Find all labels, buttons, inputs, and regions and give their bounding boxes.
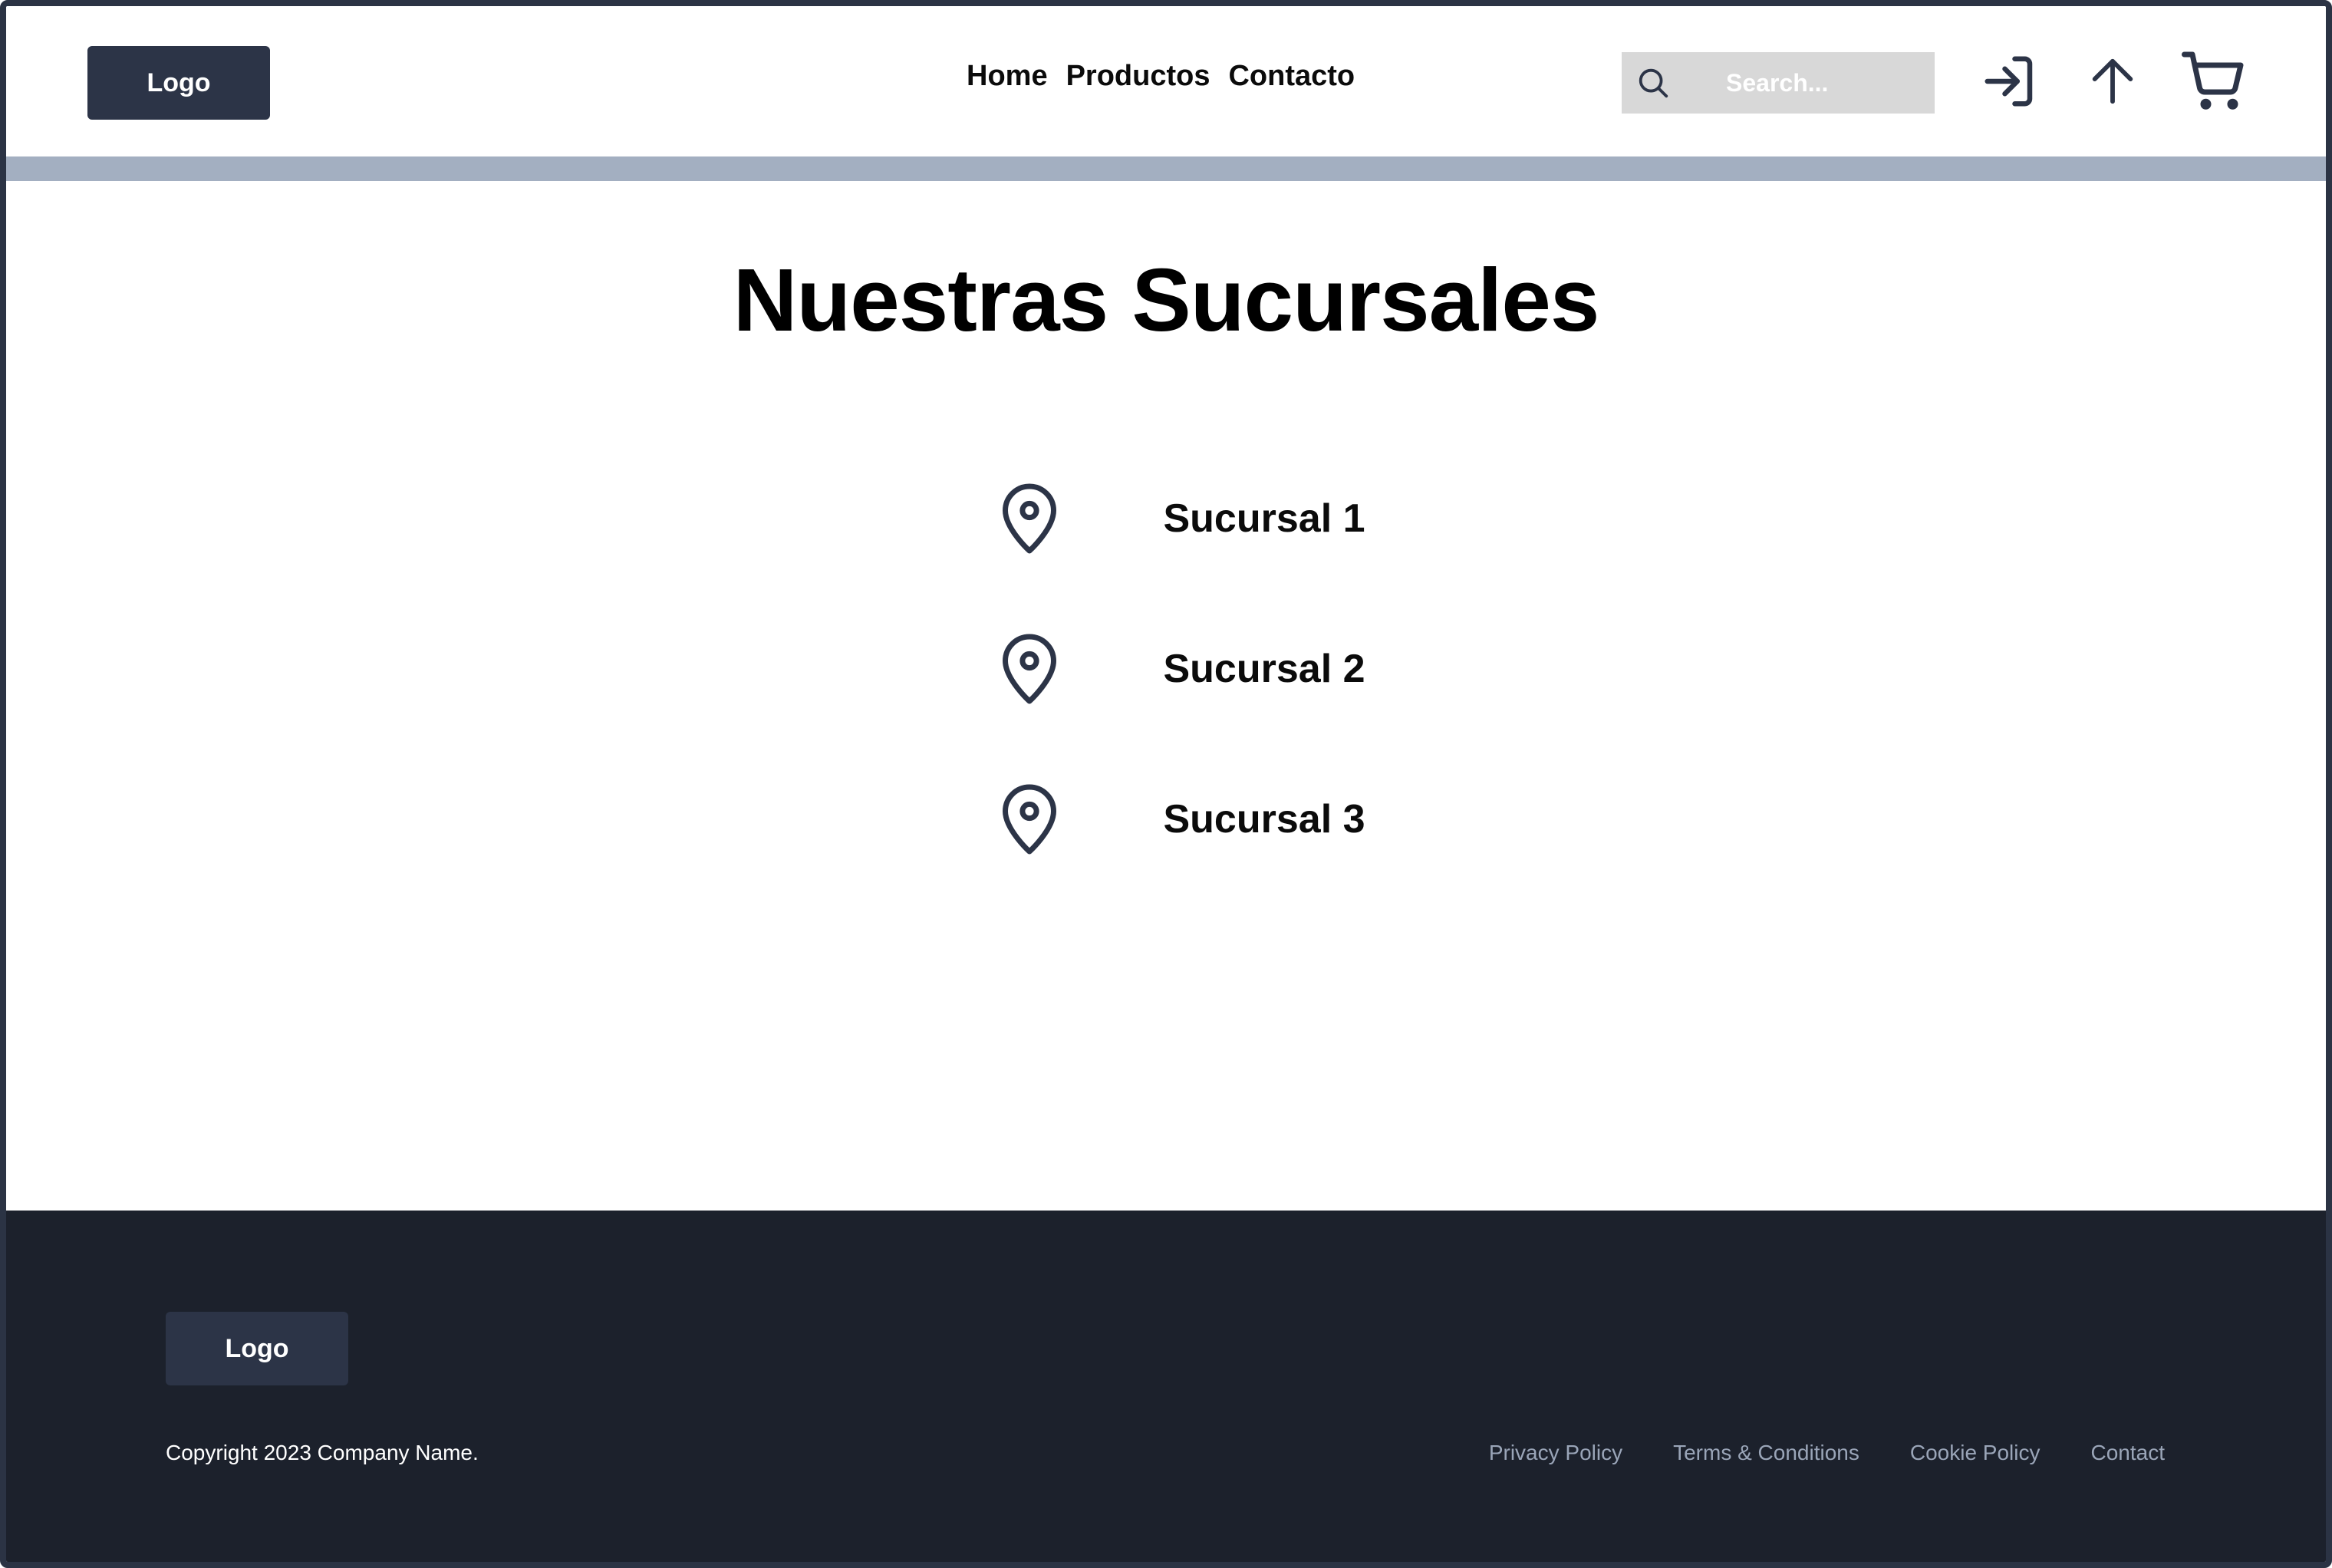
page-title: Nuestras Sucursales <box>733 250 1600 350</box>
branch-item-2[interactable]: Sucursal 2 <box>988 594 1387 744</box>
cart-icon[interactable] <box>2182 49 2246 114</box>
page-frame: Logo Home Productos Contacto Search... N… <box>0 0 2332 1568</box>
map-pin-icon <box>1003 634 1056 704</box>
login-icon[interactable] <box>1978 49 2042 114</box>
footer-links: Privacy Policy Terms & Conditions Cookie… <box>1489 1441 2165 1465</box>
copyright-text: Copyright 2023 Company Name. <box>166 1441 479 1464</box>
main-nav: Home Productos Contacto <box>967 60 1355 93</box>
nav-contacto[interactable]: Contacto <box>1228 60 1355 93</box>
branch-list: Sucursal 1 Sucursal 2 Sucursal 3 <box>988 443 1387 894</box>
search-icon[interactable] <box>1635 65 1671 100</box>
site-header: Logo Home Productos Contacto <box>6 6 2326 156</box>
footer-link-contact[interactable]: Contact <box>2091 1441 2166 1465</box>
search-input[interactable] <box>1724 68 1924 98</box>
site-footer: Logo Copyright 2023 Company Name. Privac… <box>6 1211 2326 1562</box>
branch-label: Sucursal 3 <box>1163 797 1365 842</box>
footer-link-cookie[interactable]: Cookie Policy <box>1910 1441 2040 1465</box>
footer-link-terms[interactable]: Terms & Conditions <box>1673 1441 1859 1465</box>
footer-logo[interactable]: Logo <box>166 1312 348 1385</box>
branch-item-1[interactable]: Sucursal 1 <box>988 443 1387 594</box>
nav-home[interactable]: Home <box>967 60 1048 93</box>
branch-item-3[interactable]: Sucursal 3 <box>988 744 1387 894</box>
nav-productos[interactable]: Productos <box>1066 60 1210 93</box>
search-bar[interactable] <box>1622 52 1935 114</box>
footer-link-privacy[interactable]: Privacy Policy <box>1489 1441 1622 1465</box>
map-pin-icon <box>1003 784 1056 855</box>
branch-label: Sucursal 2 <box>1163 647 1365 691</box>
arrow-up-icon[interactable] <box>2080 49 2145 114</box>
branch-label: Sucursal 1 <box>1163 496 1365 541</box>
map-pin-icon <box>1003 483 1056 554</box>
header-divider <box>6 156 2326 181</box>
header-logo[interactable]: Logo <box>87 46 270 120</box>
